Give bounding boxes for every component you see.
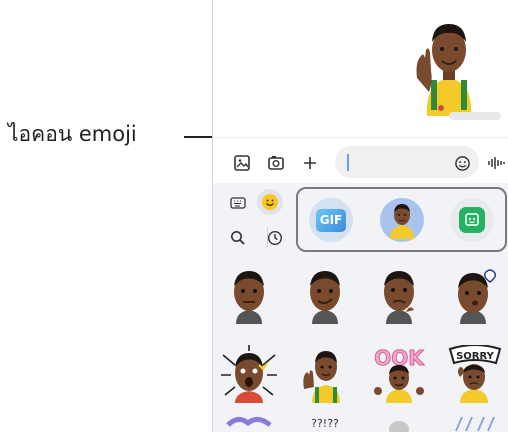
- callout-label: ไอคอน emoji: [8, 122, 137, 146]
- add-icon[interactable]: [299, 152, 321, 174]
- sticker-partial-4[interactable]: [445, 413, 505, 432]
- voice-record-icon[interactable]: [485, 152, 507, 174]
- sticker-heart-kiss[interactable]: [445, 263, 505, 329]
- text-cursor: [347, 154, 349, 171]
- sticker-sorry-text: SORRY: [456, 351, 495, 362]
- sticker-shocked[interactable]: [219, 341, 279, 407]
- sticker-neutral[interactable]: [219, 263, 279, 329]
- recent-icon[interactable]: [264, 227, 286, 249]
- message-input-bar: [213, 146, 508, 180]
- emoji-icon-row: GIF: [296, 187, 507, 252]
- sticker-partial-3[interactable]: [369, 413, 429, 432]
- sticker-icon: [459, 207, 485, 233]
- sent-avatar-sticker[interactable]: [413, 12, 485, 116]
- keyboard-icon[interactable]: [227, 193, 249, 213]
- gif-icon: GIF: [316, 208, 346, 232]
- gallery-icon[interactable]: [231, 152, 253, 174]
- message-input[interactable]: [335, 146, 479, 178]
- chat-screen: GIF OOK SORRY ??!??: [212, 0, 508, 432]
- divider: [213, 137, 508, 138]
- sticker-partial-text: ??!??: [311, 417, 339, 430]
- timestamp: [449, 112, 501, 120]
- sticker-sorry[interactable]: SORRY: [445, 341, 505, 407]
- sticker-partial-1[interactable]: [219, 413, 279, 432]
- gif-button[interactable]: GIF: [309, 198, 353, 242]
- sticker-smirk[interactable]: [295, 263, 355, 329]
- ar-emoji-button[interactable]: [380, 198, 424, 242]
- sticker-partial-2[interactable]: ??!??: [295, 413, 355, 432]
- emoji-tab-icon[interactable]: [257, 189, 283, 215]
- search-icon[interactable]: [227, 227, 249, 249]
- emoji-panel: GIF OOK SORRY ??!??: [213, 183, 508, 432]
- camera-icon[interactable]: [265, 152, 287, 174]
- sticker-waving[interactable]: [295, 341, 355, 407]
- sticker-button[interactable]: [450, 198, 494, 242]
- sticker-thinking[interactable]: [369, 263, 429, 329]
- avatar-icon: [390, 204, 414, 239]
- sticker-ok[interactable]: OOK: [369, 341, 429, 407]
- emoji-icon[interactable]: [451, 152, 473, 174]
